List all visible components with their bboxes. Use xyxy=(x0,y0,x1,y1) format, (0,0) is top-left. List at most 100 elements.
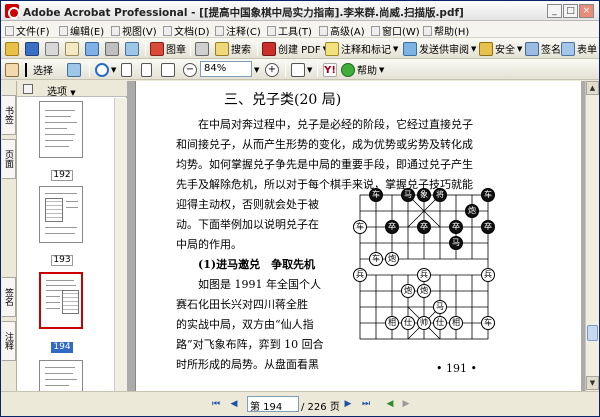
text-line xyxy=(46,280,74,281)
maximize-button[interactable]: □ xyxy=(563,4,578,18)
print2-button[interactable] xyxy=(195,41,211,56)
thumbnail-options-button[interactable]: 选项 ▼ xyxy=(47,83,76,98)
navigation-tabs: 书签 页面 签名 注释 xyxy=(1,81,17,391)
email-button[interactable] xyxy=(65,41,81,56)
menu-document-label: 文档(D) xyxy=(174,27,210,38)
menu-document[interactable]: 文档(D) xyxy=(163,23,210,38)
thumbnail-label: 193 xyxy=(51,255,73,266)
snapshot-button[interactable] xyxy=(125,41,141,56)
thumbnail-page[interactable] xyxy=(39,360,83,391)
red-soldier: 兵 xyxy=(353,268,367,282)
send-review-button[interactable]: 发送供审阅 ▼ xyxy=(403,41,476,56)
menu-edit[interactable]: 编辑(E) xyxy=(59,23,104,38)
title-bar: Adobe Acrobat Professional - [[提高中国象棋中局实… xyxy=(1,1,599,21)
black-elephant: 象 xyxy=(417,188,431,202)
select-tool-label: 选择 xyxy=(33,66,53,77)
forms-button[interactable]: 表单 xyxy=(561,41,597,56)
text-line xyxy=(45,146,69,147)
menu-view[interactable]: 视图(V) xyxy=(111,23,157,38)
comment-markup-button[interactable]: 注释和标记 ▼ xyxy=(325,41,398,56)
rotate-button[interactable]: ▼ xyxy=(291,62,312,77)
zoom-input[interactable]: 84% xyxy=(200,61,252,77)
thumbnail-page[interactable] xyxy=(39,186,83,243)
red-elephant: 相 xyxy=(449,316,463,330)
menu-advanced[interactable]: 高级(A) xyxy=(319,23,365,38)
zoom-tool-button[interactable]: ▼ xyxy=(95,62,116,77)
next-page-icon[interactable]: ▶ xyxy=(341,397,355,411)
scroll-down-icon[interactable]: ▼ xyxy=(586,376,599,390)
acrobat-app-icon xyxy=(5,4,20,19)
thumbnails-scrollbar[interactable] xyxy=(114,98,127,391)
actual-size-button[interactable] xyxy=(121,62,134,77)
black-soldier: 卒 xyxy=(481,220,495,234)
folder-icon xyxy=(5,41,19,56)
black-cannon: 炮 xyxy=(465,204,479,218)
tab-signatures[interactable]: 签名 xyxy=(2,277,16,317)
menu-bar: 文件(F) 编辑(E) 视图(V) 文档(D) 注释(C) 工具(T) 高级(A… xyxy=(1,21,599,38)
file-icon xyxy=(5,26,14,36)
select-tool-button[interactable]: 选择 xyxy=(25,62,53,77)
next-view-icon[interactable]: ▶ xyxy=(399,397,413,411)
comment-icon xyxy=(325,41,339,56)
scroll-thumb[interactable] xyxy=(587,325,598,341)
zoom-dropdown[interactable]: ▼ xyxy=(254,62,259,77)
save-button[interactable] xyxy=(25,41,41,56)
previous-page-icon[interactable]: ◀ xyxy=(227,397,241,411)
create-pdf-button[interactable]: 创建 PDF▼ xyxy=(262,41,328,56)
open-button[interactable] xyxy=(5,41,21,56)
stamp-button[interactable]: 图章 xyxy=(150,41,186,56)
send-review-label: 发送供审阅 xyxy=(419,45,469,56)
comment-markup-label: 注释和标记 xyxy=(341,45,391,56)
thumbnail-page[interactable] xyxy=(39,101,83,158)
black-soldier: 卒 xyxy=(449,220,463,234)
fit-page-button[interactable] xyxy=(141,62,154,77)
paragraph-line: 迎得主动权，否则就会处于被 xyxy=(176,198,319,211)
scroll-up-icon[interactable]: ▲ xyxy=(586,81,599,95)
snapshot-tool-button[interactable] xyxy=(67,62,83,77)
delete-page-icon[interactable] xyxy=(23,84,33,94)
fit-width-icon xyxy=(161,62,175,77)
menu-tools[interactable]: 工具(T) xyxy=(267,23,312,38)
document-viewport[interactable]: 三、兑子类(20 局) 在中局对奔过程中，兑子是必经的阶段，它经过直接兑子 和间… xyxy=(127,81,585,391)
review-icon xyxy=(403,41,417,56)
text-line xyxy=(45,233,75,234)
minimize-button[interactable]: _ xyxy=(547,4,562,18)
zoom-out-button[interactable]: − xyxy=(183,62,199,77)
menu-window[interactable]: 窗口(W) xyxy=(371,23,420,38)
print-button[interactable] xyxy=(45,41,61,56)
text-line xyxy=(66,207,78,208)
menu-file[interactable]: 文件(F) xyxy=(5,23,50,38)
hand-icon xyxy=(5,62,19,77)
tab-bookmarks[interactable]: 书签 xyxy=(2,95,16,135)
thumbnail-page-selected[interactable] xyxy=(39,272,83,329)
pen-icon xyxy=(525,41,539,56)
fit-width-button[interactable] xyxy=(161,62,177,77)
chevron-down-icon: ▼ xyxy=(254,65,260,74)
text-line xyxy=(46,296,60,297)
menu-help[interactable]: 帮助(H) xyxy=(423,23,469,38)
text-line xyxy=(45,116,71,117)
zoom-in-button[interactable]: + xyxy=(265,62,281,77)
yahoo-button[interactable]: Y! xyxy=(323,62,339,77)
help-label: 帮助 xyxy=(357,66,377,77)
attach-button[interactable] xyxy=(105,41,121,56)
document-scrollbar[interactable]: ▲ ▼ xyxy=(585,81,599,391)
menu-window-label: 窗口(W) xyxy=(382,27,420,38)
search-button[interactable]: 搜索 xyxy=(215,41,251,56)
tab-comments[interactable]: 注释 xyxy=(2,321,16,361)
close-button[interactable]: × xyxy=(579,4,594,18)
menu-comments[interactable]: 注释(C) xyxy=(215,23,261,38)
hand-tool-button[interactable] xyxy=(5,62,21,77)
previous-view-icon[interactable]: ◀ xyxy=(383,397,397,411)
organizer-button[interactable] xyxy=(85,41,101,56)
envelope-icon xyxy=(65,41,79,56)
page-number-input[interactable]: 第 194 xyxy=(247,396,299,413)
last-page-icon[interactable]: ⏭ xyxy=(359,397,373,411)
red-horse: 马 xyxy=(433,300,447,314)
thumbnails-header: 选项 ▼ xyxy=(17,81,127,98)
tab-pages[interactable]: 页面 xyxy=(2,139,16,179)
help-button[interactable]: 帮助 ▼ xyxy=(341,62,384,77)
menu-advanced-label: 高级(A) xyxy=(330,27,365,38)
first-page-icon[interactable]: ⏮ xyxy=(209,397,223,411)
secure-button[interactable]: 安全 ▼ xyxy=(479,41,522,56)
